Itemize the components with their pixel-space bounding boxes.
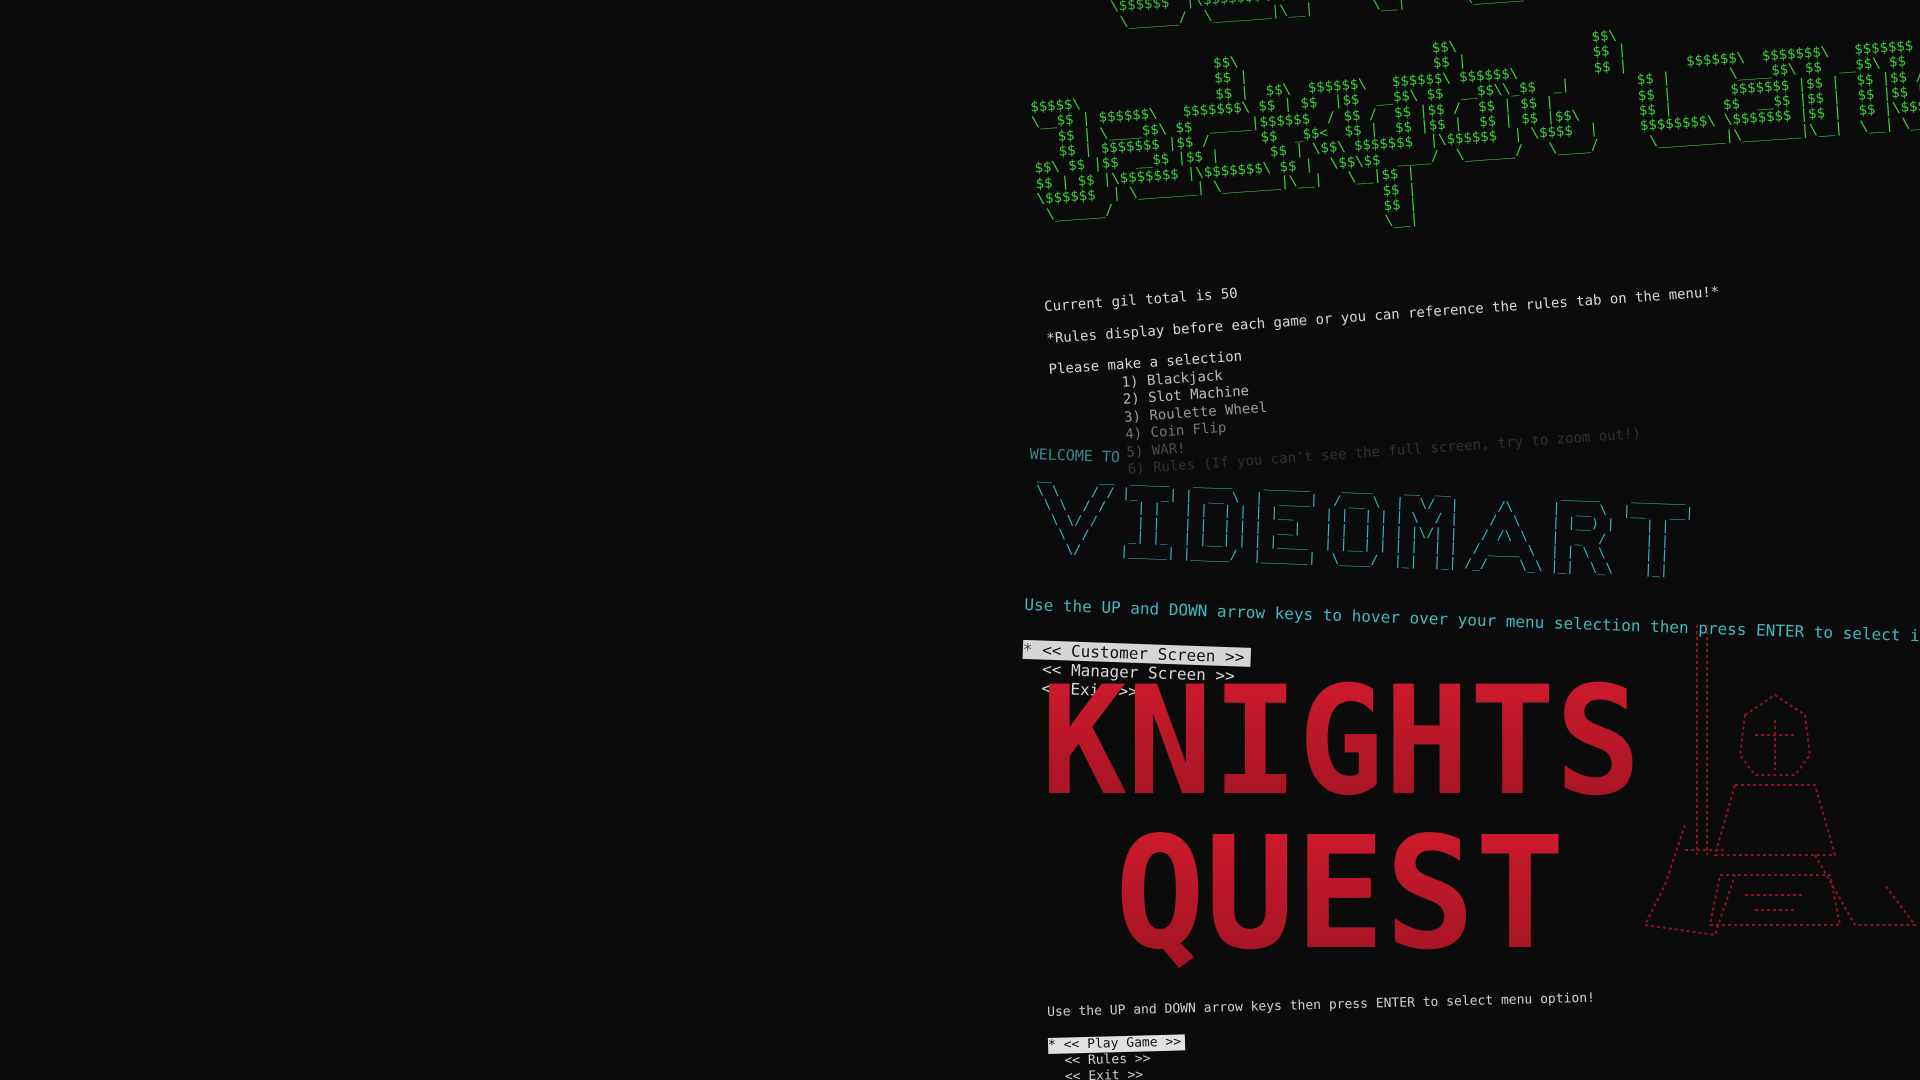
knights-menu: * << Play Game >> << Rules >> << Exit >>: [1047, 1024, 1597, 1080]
selection-marker: *: [1022, 639, 1033, 660]
logo-line-quest: QUEST: [1115, 803, 1565, 975]
knight-ascii-art: [1643, 625, 1917, 937]
knights-instructions: Use the UP and DOWN arrow keys then pres…: [1047, 990, 1596, 1020]
videomart-logo-art: __ __ _____ _____ ______ ____ __ __ ____…: [1026, 467, 1694, 579]
knights-quest-logo: KNIGHTS QUEST: [1041, 655, 1641, 975]
jackpot-land-title-art: $$\ $$\ $$\ $$ | $$ | $$ | $$$$$\ $$ | $…: [1029, 27, 1920, 230]
screenshot-collage: $$ |$$ __$$\ $$$$$$ | $$ _| $$ ____$\ $$…: [0, 0, 1920, 1080]
jackpot-land-panel: $$ |$$ __$$\ $$$$$$ | $$ _| $$ ____$\ $$…: [1020, 0, 1920, 478]
menu-item-label: << Play Game >>: [1063, 1034, 1182, 1053]
knights-menu-block: Use the UP and DOWN arrow keys then pres…: [1047, 991, 1597, 1080]
knights-quest-panel: KNIGHTS QUEST Use the UP and DOWN arrow …: [1035, 625, 1917, 1080]
selection-marker: *: [1047, 1037, 1057, 1053]
